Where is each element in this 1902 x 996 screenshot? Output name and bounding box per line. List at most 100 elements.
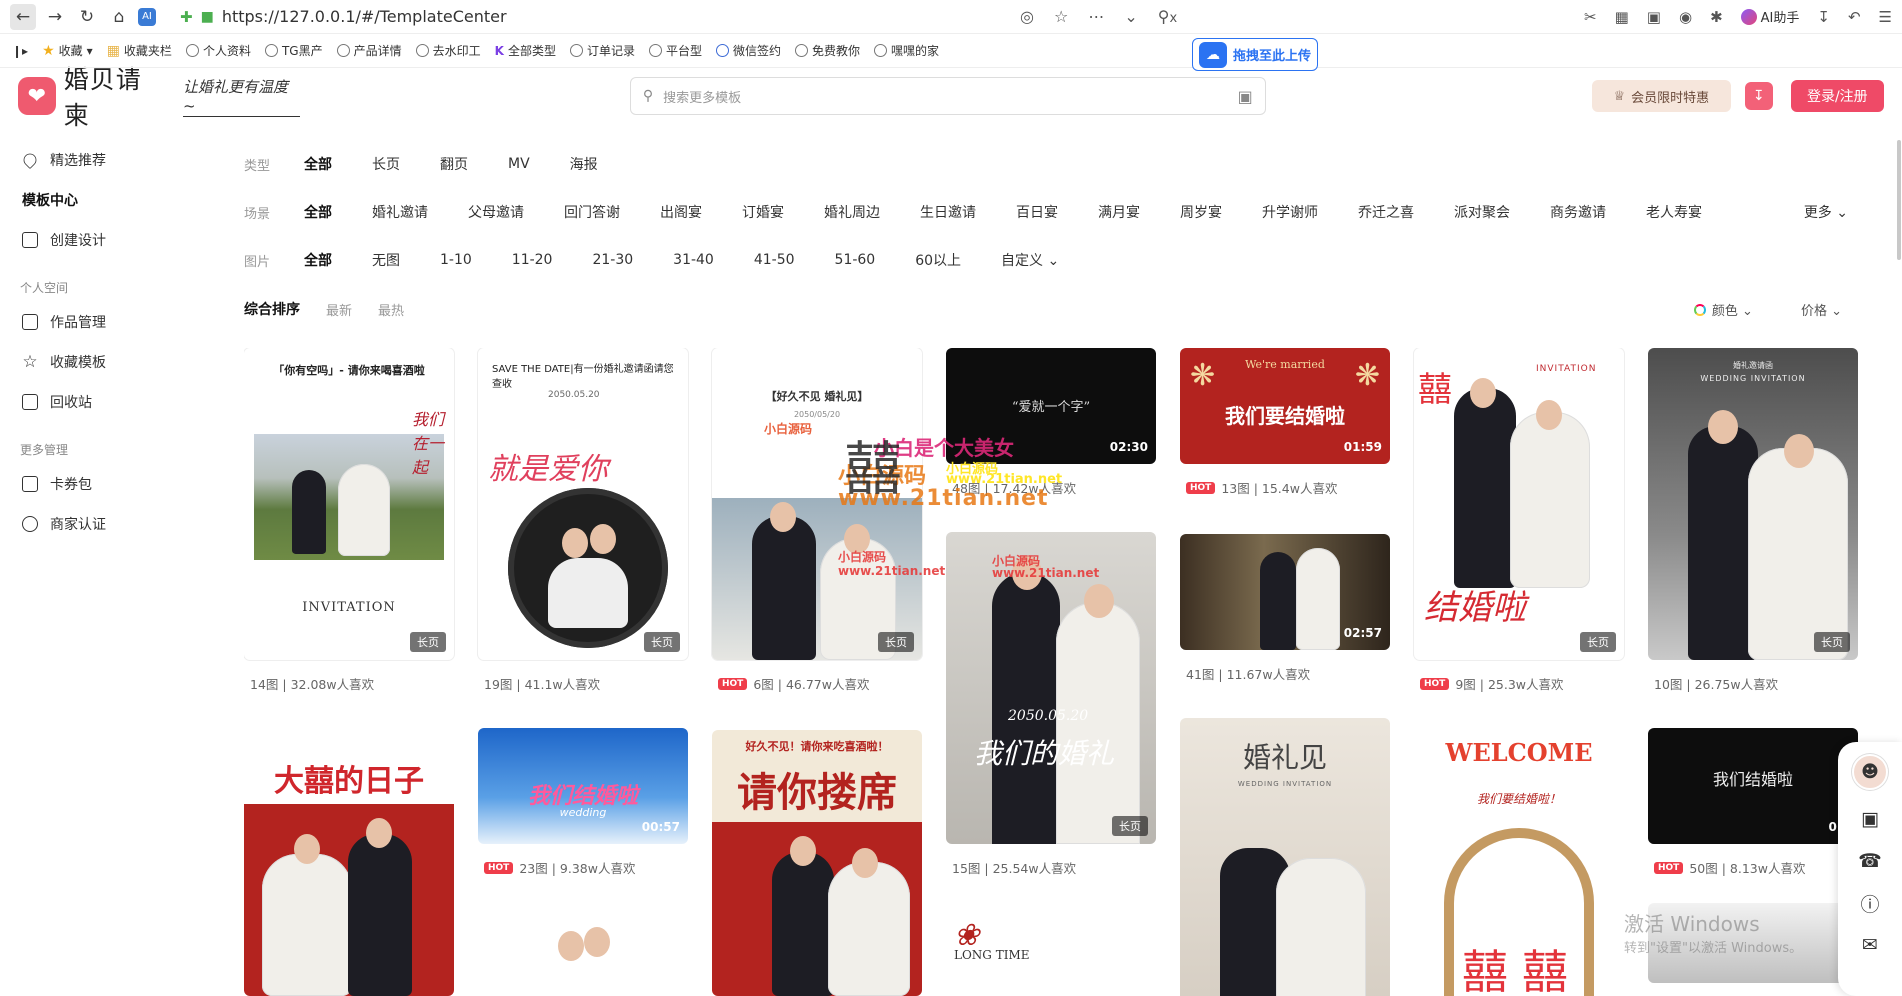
filter-option[interactable]: 60以上 bbox=[915, 250, 961, 270]
filter-option[interactable]: 出阁宴 bbox=[660, 202, 702, 222]
logo[interactable]: ❤ 婚贝请柬 bbox=[18, 60, 167, 132]
bookmark-item[interactable]: 产品详情 bbox=[336, 42, 402, 59]
forward-icon[interactable]: → bbox=[42, 4, 68, 30]
filter-option[interactable]: 生日邀请 bbox=[920, 202, 976, 222]
filter-option[interactable]: 全部 bbox=[304, 154, 332, 174]
template-card[interactable]: We're married 我们要结婚啦 ❋ ❋ 01:59 HOT 13图 | … bbox=[1180, 348, 1390, 497]
template-card[interactable]: SAVE THE DATE|有一份婚礼邀请函请您查收 2050.05.20 就是… bbox=[478, 348, 688, 693]
ai-helper-button[interactable]: AI助手 bbox=[1740, 7, 1799, 26]
download-icon[interactable]: ↧ bbox=[1817, 8, 1830, 26]
template-card[interactable]: 【好久不见 婚礼见】 2050/05/20 长页 HOT 6图 | 46.77w人… bbox=[712, 348, 922, 693]
upload-drop-target[interactable]: ☁ 拖拽至此上传 bbox=[1192, 38, 1318, 71]
filter-option[interactable]: 海报 bbox=[570, 154, 598, 174]
filter-option[interactable]: 订婚宴 bbox=[742, 202, 784, 222]
app-icon[interactable]: ▣ bbox=[1857, 806, 1883, 832]
bookmark-item[interactable]: K 全部类型 bbox=[495, 42, 556, 59]
home-icon[interactable]: ⌂ bbox=[106, 4, 132, 30]
filter-option-custom[interactable]: 自定义 ⌄ bbox=[1001, 250, 1059, 270]
template-card[interactable]: ❀ LONG TIME bbox=[946, 908, 1156, 996]
page-scrollbar[interactable] bbox=[1897, 140, 1901, 260]
sidebar-item-favorites[interactable]: ☆ 收藏模板 bbox=[0, 342, 200, 382]
mail-icon[interactable]: ✉ bbox=[1857, 932, 1883, 958]
filter-option[interactable]: 翻页 bbox=[440, 154, 468, 174]
sidebar-item-coupons[interactable]: 卡券包 bbox=[0, 464, 200, 504]
search-input[interactable]: ⚲ 搜索更多模板 ▣ bbox=[629, 77, 1266, 115]
incognito-icon[interactable]: ◉ bbox=[1679, 8, 1692, 26]
template-card[interactable]: 我们结婚啦 wedding 00:57 HOT 23图 | 9.38w人喜欢 bbox=[478, 728, 688, 996]
filter-option[interactable]: 派对聚会 bbox=[1454, 202, 1510, 222]
template-card[interactable]: 「你有空吗」- 请你来喝喜酒啦 我们 在一起 INVITATION 长页 14图 … bbox=[244, 348, 454, 693]
color-filter-dropdown[interactable]: 颜色 ⌄ bbox=[1693, 300, 1753, 319]
filter-option[interactable]: 11-20 bbox=[512, 252, 553, 268]
bookmark-item[interactable]: 订单记录 bbox=[569, 42, 635, 59]
filter-option[interactable]: 升学谢师 bbox=[1262, 202, 1318, 222]
filter-option[interactable]: 婚礼周边 bbox=[824, 202, 880, 222]
bookmark-item[interactable]: ▦ 收藏夹栏 bbox=[107, 42, 172, 59]
bookmark-item[interactable]: 平台型 bbox=[648, 42, 702, 59]
filter-option[interactable]: 无图 bbox=[372, 250, 400, 270]
bookmark-item[interactable]: 微信签约 bbox=[715, 42, 781, 59]
star-icon[interactable]: ☆ bbox=[1054, 7, 1068, 26]
ai-extension-icon[interactable]: AI bbox=[138, 7, 156, 26]
template-card[interactable]: WELCOME 我们要结婚啦！ 囍 囍 bbox=[1414, 718, 1624, 996]
filter-option[interactable]: 51-60 bbox=[835, 252, 876, 268]
sort-option[interactable]: 最新 bbox=[326, 300, 352, 319]
filter-option[interactable]: 全部 bbox=[304, 250, 332, 270]
bookmark-item[interactable]: TG黑产 bbox=[264, 42, 323, 59]
template-card[interactable]: 2050.05.20 我们的婚礼 长页 15图 | 25.54w人喜欢 bbox=[946, 532, 1156, 877]
filter-option[interactable]: 21-30 bbox=[592, 252, 633, 268]
chevron-down-icon[interactable]: ⌄ bbox=[1124, 7, 1137, 26]
template-card[interactable]: “爱就一个字” 02:30 48图 | 17.42w人喜欢 bbox=[946, 348, 1156, 497]
filter-option[interactable]: 满月宴 bbox=[1098, 202, 1140, 222]
sidebar-item-merchant[interactable]: 商家认证 bbox=[0, 504, 200, 544]
filter-option[interactable]: 41-50 bbox=[754, 252, 795, 268]
translate-icon[interactable]: ▦ bbox=[1615, 8, 1629, 26]
sidebar-item-works[interactable]: 作品管理 bbox=[0, 302, 200, 342]
template-card[interactable]: 大囍的日子 bbox=[244, 732, 454, 996]
filter-option[interactable]: 商务邀请 bbox=[1550, 202, 1606, 222]
bookmark-item[interactable]: ★ 收藏 ▾ bbox=[42, 42, 93, 59]
filter-option[interactable]: MV bbox=[508, 156, 530, 172]
login-button[interactable]: 登录/注册 bbox=[1790, 80, 1884, 112]
more-icon[interactable]: ⋯ bbox=[1088, 7, 1104, 26]
help-icon[interactable]: ⓘ bbox=[1857, 890, 1883, 916]
reload-icon[interactable]: ↻ bbox=[74, 4, 100, 30]
filter-option[interactable]: 长页 bbox=[372, 154, 400, 174]
template-card[interactable]: 02:57 41图 | 11.67w人喜欢 bbox=[1180, 534, 1390, 683]
filter-more-button[interactable]: 更多 ⌄ bbox=[1804, 202, 1848, 222]
sidebar-toggle-icon[interactable]: ❙▸ bbox=[12, 44, 28, 58]
scissors-icon[interactable]: ✂ bbox=[1584, 8, 1597, 26]
filter-option[interactable]: 回门答谢 bbox=[564, 202, 620, 222]
filter-option[interactable]: 全部 bbox=[304, 202, 332, 222]
filter-option[interactable]: 周岁宴 bbox=[1180, 202, 1222, 222]
undo-icon[interactable]: ↶ bbox=[1848, 8, 1861, 26]
reader-icon[interactable]: ▣ bbox=[1647, 8, 1661, 26]
bookmark-item[interactable]: 嘿嘿的家 bbox=[874, 42, 939, 59]
sidebar-item-trash[interactable]: 回收站 bbox=[0, 382, 200, 422]
filter-option[interactable]: 老人寿宴 bbox=[1646, 202, 1702, 222]
filter-option[interactable]: 乔迁之喜 bbox=[1358, 202, 1414, 222]
filter-option[interactable]: 31-40 bbox=[673, 252, 714, 268]
headset-icon[interactable]: ☎ bbox=[1857, 848, 1883, 874]
search-icon[interactable]: ⚲x bbox=[1158, 7, 1177, 26]
sidebar-item-template-center[interactable]: 模板中心 bbox=[0, 180, 260, 504]
camera-icon[interactable]: ▣ bbox=[1238, 87, 1253, 106]
filter-option[interactable]: 百日宴 bbox=[1016, 202, 1058, 222]
address-bar[interactable]: ✚ ■ https://127.0.0.1/#/TemplateCenter bbox=[180, 7, 1080, 26]
filter-option[interactable]: 1-10 bbox=[440, 252, 472, 268]
bookmark-item[interactable]: 免费教你 bbox=[795, 42, 860, 59]
filter-option[interactable]: 父母邀请 bbox=[468, 202, 524, 222]
template-card[interactable]: 婚礼邀请函 WEDDING INVITATION 长页 10图 | 26.75w… bbox=[1648, 348, 1858, 693]
sort-option[interactable]: 综合排序 bbox=[244, 299, 300, 319]
filter-option[interactable]: 婚礼邀请 bbox=[372, 202, 428, 222]
sidebar-item-create[interactable]: 创建设计 bbox=[0, 220, 200, 260]
bookmark-item[interactable]: 个人资料 bbox=[185, 42, 251, 59]
location-icon[interactable]: ◎ bbox=[1020, 7, 1034, 26]
download-app-icon[interactable]: ↧ bbox=[1744, 82, 1773, 110]
menu-icon[interactable]: ☰ bbox=[1879, 8, 1892, 26]
template-card[interactable]: 婚礼见 WEDDING INVITATION bbox=[1180, 718, 1390, 996]
template-card[interactable]: 囍 INVITATION 结婚啦 长页 HOT 9图 | 25.3w人喜欢 bbox=[1414, 348, 1624, 693]
url-text[interactable]: https://127.0.0.1/#/TemplateCenter bbox=[222, 7, 507, 26]
bookmark-item[interactable]: 去水印工 bbox=[415, 42, 481, 59]
sort-option[interactable]: 最热 bbox=[378, 300, 404, 319]
